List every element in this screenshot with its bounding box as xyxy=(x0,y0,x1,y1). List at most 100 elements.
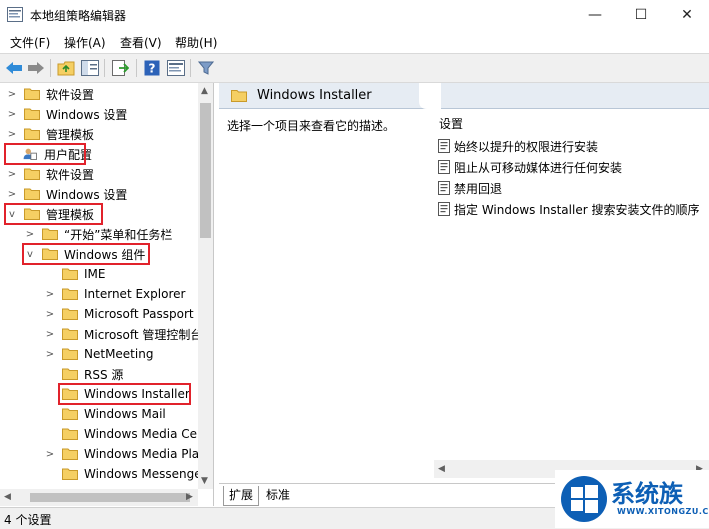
policy-setting-icon xyxy=(438,181,450,195)
svg-text:?: ? xyxy=(149,62,156,76)
tree-item[interactable]: Windows Installer xyxy=(44,384,190,404)
help-icon[interactable]: ? xyxy=(142,58,162,78)
tree-item-label: NetMeeting xyxy=(84,347,154,361)
chevron-down-icon[interactable]: v xyxy=(6,209,18,220)
chevron-right-icon[interactable]: > xyxy=(6,89,18,100)
minimize-button[interactable]: — xyxy=(572,0,618,30)
item-description: 选择一个项目来查看它的描述。 xyxy=(227,119,396,133)
tree-item-label: Windows Mail xyxy=(84,407,166,421)
scroll-left-arrow-icon[interactable]: ◀ xyxy=(438,464,445,474)
show-hide-tree-icon[interactable] xyxy=(80,58,100,78)
tree-item-label: RSS 源 xyxy=(84,367,124,382)
tree-item[interactable]: > Windows Media Player xyxy=(44,444,213,464)
scroll-right-arrow-icon[interactable]: ▶ xyxy=(186,492,193,502)
chevron-right-icon[interactable]: > xyxy=(6,189,18,200)
menu-help[interactable]: 帮助(H) xyxy=(175,34,217,51)
watermark-url: WWW.XITONGZU.COM xyxy=(617,507,709,516)
chevron-right-icon[interactable]: > xyxy=(44,449,56,460)
tree-item[interactable]: > Microsoft 管理控制台 xyxy=(44,324,203,344)
folder-icon xyxy=(24,128,40,140)
maximize-button[interactable]: ☐ xyxy=(618,0,664,30)
folder-icon xyxy=(62,368,78,380)
tree-item[interactable]: > 软件设置 xyxy=(6,84,94,104)
tree-item[interactable]: > 管理模板 xyxy=(6,124,94,144)
policy-setting-row[interactable]: 指定 Windows Installer 搜索安装文件的顺序 xyxy=(438,199,699,219)
chevron-right-icon[interactable]: > xyxy=(44,329,56,340)
folder-icon xyxy=(62,388,78,400)
window-title: 本地组策略编辑器 xyxy=(30,9,127,23)
scroll-down-arrow-icon[interactable]: ▼ xyxy=(201,476,208,486)
up-folder-icon[interactable] xyxy=(56,58,76,78)
tree-item[interactable]: > NetMeeting xyxy=(44,344,154,364)
details-pane: Windows Installer 选择一个项目来查看它的描述。 设置 始终以提… xyxy=(219,83,709,508)
tree-item[interactable]: > Windows 设置 xyxy=(6,104,128,124)
chevron-right-icon[interactable]: > xyxy=(44,349,56,360)
group-policy-app-icon xyxy=(7,7,23,22)
chevron-right-icon[interactable]: > xyxy=(44,289,56,300)
settings-column-header[interactable]: 设置 xyxy=(439,115,463,132)
tree-item-label: “开始”菜单和任务栏 xyxy=(64,227,173,242)
chevron-down-icon[interactable]: v xyxy=(24,249,36,260)
tree-item[interactable]: IME xyxy=(44,264,105,284)
tree-item[interactable]: v 管理模板 xyxy=(6,204,94,224)
tree-item-label: Windows Installer xyxy=(84,387,190,401)
tree-item[interactable]: > Windows 设置 xyxy=(6,184,128,204)
tree-item[interactable]: RSS 源 xyxy=(44,364,123,384)
folder-icon xyxy=(62,308,78,320)
tree-item[interactable]: > 软件设置 xyxy=(6,164,94,184)
tree-vertical-scrollbar[interactable]: ▲ ▼ xyxy=(198,83,213,489)
tree-item[interactable]: Windows Messenger xyxy=(44,464,207,484)
policy-setting-row[interactable]: 阻止从可移动媒体进行任何安装 xyxy=(438,157,622,177)
menu-action[interactable]: 操作(A) xyxy=(64,34,106,51)
policy-setting-icon xyxy=(438,202,450,216)
scroll-left-arrow-icon[interactable]: ◀ xyxy=(4,492,11,502)
tree-item-label: 软件设置 xyxy=(46,167,95,182)
back-arrow-icon[interactable] xyxy=(4,58,24,78)
folder-icon xyxy=(24,208,40,220)
console-tree[interactable]: > 软件设置 > Windows 设置 > 管理模板 用户配置 > 软件设置 > Windows 设… xyxy=(0,83,214,506)
tab-extended[interactable]: 扩展 xyxy=(223,486,260,506)
tab-standard[interactable]: 标准 xyxy=(261,486,295,505)
menu-file[interactable]: 文件(F) xyxy=(10,34,50,51)
tree-item[interactable]: > Microsoft Passport xyxy=(44,304,194,324)
folder-icon xyxy=(62,468,78,480)
forward-arrow-icon[interactable] xyxy=(26,58,46,78)
tree-item-label: 软件设置 xyxy=(46,87,95,102)
chevron-right-icon[interactable]: > xyxy=(24,229,36,240)
tree-item-label: Windows 设置 xyxy=(46,107,128,122)
tree-horizontal-scrollbar[interactable]: ◀ ▶ xyxy=(0,489,198,506)
folder-icon xyxy=(231,90,247,102)
watermark-text: 系统族 xyxy=(611,480,683,508)
policy-setting-row[interactable]: 始终以提升的权限进行安装 xyxy=(438,136,598,156)
chevron-right-icon[interactable]: > xyxy=(44,309,56,320)
scroll-up-arrow-icon[interactable]: ▲ xyxy=(201,86,208,96)
menu-view[interactable]: 查看(V) xyxy=(120,34,162,51)
tree-item[interactable]: Windows Media Center xyxy=(44,424,213,444)
folder-icon xyxy=(24,88,40,100)
folder-icon xyxy=(62,408,78,420)
folder-icon xyxy=(62,348,78,360)
filter-icon[interactable] xyxy=(196,58,216,78)
close-button[interactable]: ✕ xyxy=(664,0,709,30)
tree-item[interactable]: > “开始”菜单和任务栏 xyxy=(24,224,173,244)
toolbar: ? xyxy=(0,53,709,83)
chevron-right-icon[interactable]: > xyxy=(6,109,18,120)
export-list-icon[interactable] xyxy=(110,58,130,78)
policy-setting-row[interactable]: 禁用回退 xyxy=(438,178,502,198)
tree-item[interactable]: > Internet Explorer xyxy=(44,284,186,304)
chevron-right-icon[interactable]: > xyxy=(6,169,18,180)
tree-item[interactable]: v Windows 组件 xyxy=(24,244,145,264)
details-header-title: Windows Installer xyxy=(257,88,372,103)
tree-item[interactable]: Windows Mail xyxy=(44,404,166,424)
tree-horizontal-scroll-thumb[interactable] xyxy=(30,493,190,502)
tree-item-label: Windows 设置 xyxy=(46,187,128,202)
policy-setting-label: 阻止从可移动媒体进行任何安装 xyxy=(454,160,623,175)
tree-item[interactable]: 用户配置 xyxy=(4,144,92,164)
folder-icon xyxy=(42,248,58,260)
tree-vertical-scroll-thumb[interactable] xyxy=(200,103,211,238)
chevron-right-icon[interactable]: > xyxy=(6,129,18,140)
tree-item-label: 管理模板 xyxy=(46,207,95,222)
folder-icon xyxy=(62,328,78,340)
policy-setting-label: 指定 Windows Installer 搜索安装文件的顺序 xyxy=(454,202,700,217)
properties-icon[interactable] xyxy=(166,58,186,78)
